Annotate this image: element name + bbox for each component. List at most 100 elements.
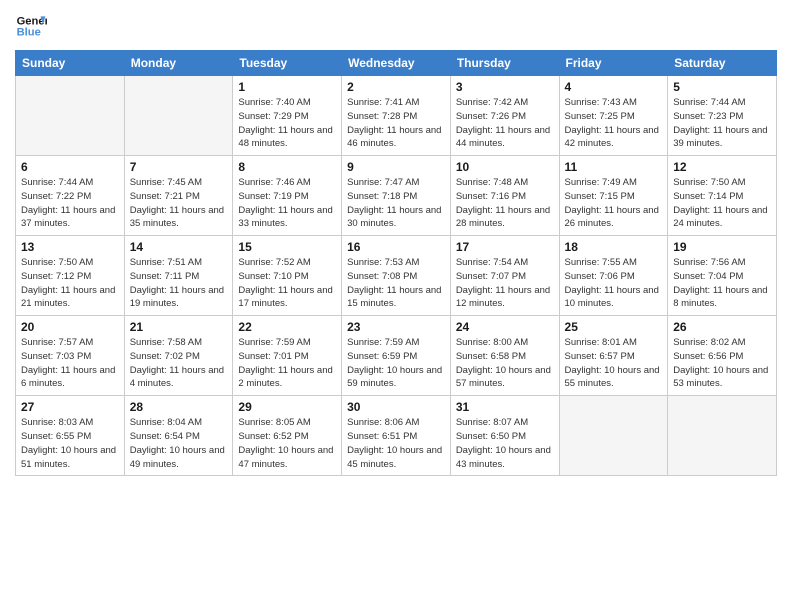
day-number: 2: [347, 80, 445, 94]
day-info: Sunrise: 7:41 AMSunset: 7:28 PMDaylight:…: [347, 96, 445, 151]
day-info: Sunrise: 7:49 AMSunset: 7:15 PMDaylight:…: [565, 176, 663, 231]
day-number: 18: [565, 240, 663, 254]
day-info: Sunrise: 8:03 AMSunset: 6:55 PMDaylight:…: [21, 416, 119, 471]
day-info: Sunrise: 7:43 AMSunset: 7:25 PMDaylight:…: [565, 96, 663, 151]
header-cell-friday: Friday: [559, 51, 668, 76]
calendar-table: SundayMondayTuesdayWednesdayThursdayFrid…: [15, 50, 777, 476]
day-number: 19: [673, 240, 771, 254]
day-number: 7: [130, 160, 228, 174]
day-number: 23: [347, 320, 445, 334]
day-number: 21: [130, 320, 228, 334]
logo-icon: General Blue: [15, 10, 47, 42]
day-info: Sunrise: 7:44 AMSunset: 7:22 PMDaylight:…: [21, 176, 119, 231]
day-info: Sunrise: 7:48 AMSunset: 7:16 PMDaylight:…: [456, 176, 554, 231]
header-cell-sunday: Sunday: [16, 51, 125, 76]
calendar-cell: 29 Sunrise: 8:05 AMSunset: 6:52 PMDayligh…: [233, 396, 342, 476]
day-info: Sunrise: 7:51 AMSunset: 7:11 PMDaylight:…: [130, 256, 228, 311]
day-info: Sunrise: 7:57 AMSunset: 7:03 PMDaylight:…: [21, 336, 119, 391]
calendar-cell: 21 Sunrise: 7:58 AMSunset: 7:02 PMDayligh…: [124, 316, 233, 396]
day-number: 9: [347, 160, 445, 174]
calendar-cell: 31Sunrise: 8:07 AMSunset: 6:50 PMDayligh…: [450, 396, 559, 476]
calendar-cell: 24 Sunrise: 8:00 AMSunset: 6:58 PMDayligh…: [450, 316, 559, 396]
day-info: Sunrise: 7:53 AMSunset: 7:08 PMDaylight:…: [347, 256, 445, 311]
day-number: 13: [21, 240, 119, 254]
day-number: 24: [456, 320, 554, 334]
calendar-cell: 8Sunrise: 7:46 AMSunset: 7:19 PMDaylight…: [233, 156, 342, 236]
day-number: 6: [21, 160, 119, 174]
day-number: 22: [238, 320, 336, 334]
calendar-cell: 12 Sunrise: 7:50 AMSunset: 7:14 PMDayligh…: [668, 156, 777, 236]
calendar-cell: 16Sunrise: 7:53 AMSunset: 7:08 PMDayligh…: [342, 236, 451, 316]
header-cell-wednesday: Wednesday: [342, 51, 451, 76]
calendar-cell: 28Sunrise: 8:04 AMSunset: 6:54 PMDayligh…: [124, 396, 233, 476]
day-info: Sunrise: 7:58 AMSunset: 7:02 PMDaylight:…: [130, 336, 228, 391]
calendar-cell: 10 Sunrise: 7:48 AMSunset: 7:16 PMDayligh…: [450, 156, 559, 236]
calendar-week-row: 1 Sunrise: 7:40 AMSunset: 7:29 PMDaylight…: [16, 76, 777, 156]
day-number: 5: [673, 80, 771, 94]
calendar-cell: 14 Sunrise: 7:51 AMSunset: 7:11 PMDayligh…: [124, 236, 233, 316]
header: General Blue: [15, 10, 777, 42]
day-number: 10: [456, 160, 554, 174]
calendar-week-row: 13 Sunrise: 7:50 AMSunset: 7:12 PMDayligh…: [16, 236, 777, 316]
calendar-cell: 6 Sunrise: 7:44 AMSunset: 7:22 PMDaylight…: [16, 156, 125, 236]
header-cell-saturday: Saturday: [668, 51, 777, 76]
day-info: Sunrise: 7:40 AMSunset: 7:29 PMDaylight:…: [238, 96, 336, 151]
calendar-body: 1 Sunrise: 7:40 AMSunset: 7:29 PMDaylight…: [16, 76, 777, 476]
calendar-cell: 3 Sunrise: 7:42 AMSunset: 7:26 PMDaylight…: [450, 76, 559, 156]
day-info: Sunrise: 7:59 AMSunset: 7:01 PMDaylight:…: [238, 336, 336, 391]
calendar-week-row: 27 Sunrise: 8:03 AMSunset: 6:55 PMDayligh…: [16, 396, 777, 476]
day-number: 3: [456, 80, 554, 94]
day-info: Sunrise: 7:44 AMSunset: 7:23 PMDaylight:…: [673, 96, 771, 151]
day-number: 26: [673, 320, 771, 334]
calendar-cell: 18Sunrise: 7:55 AMSunset: 7:06 PMDayligh…: [559, 236, 668, 316]
day-info: Sunrise: 7:52 AMSunset: 7:10 PMDaylight:…: [238, 256, 336, 311]
calendar-cell: 26Sunrise: 8:02 AMSunset: 6:56 PMDayligh…: [668, 316, 777, 396]
header-cell-tuesday: Tuesday: [233, 51, 342, 76]
day-number: 12: [673, 160, 771, 174]
day-number: 30: [347, 400, 445, 414]
calendar-cell: 20 Sunrise: 7:57 AMSunset: 7:03 PMDayligh…: [16, 316, 125, 396]
calendar-cell: [559, 396, 668, 476]
calendar-cell: 19Sunrise: 7:56 AMSunset: 7:04 PMDayligh…: [668, 236, 777, 316]
day-info: Sunrise: 7:46 AMSunset: 7:19 PMDaylight:…: [238, 176, 336, 231]
day-info: Sunrise: 7:42 AMSunset: 7:26 PMDaylight:…: [456, 96, 554, 151]
day-info: Sunrise: 8:00 AMSunset: 6:58 PMDaylight:…: [456, 336, 554, 391]
day-number: 15: [238, 240, 336, 254]
calendar-cell: 25Sunrise: 8:01 AMSunset: 6:57 PMDayligh…: [559, 316, 668, 396]
day-info: Sunrise: 7:50 AMSunset: 7:12 PMDaylight:…: [21, 256, 119, 311]
day-info: Sunrise: 7:50 AMSunset: 7:14 PMDaylight:…: [673, 176, 771, 231]
calendar-cell: 30 Sunrise: 8:06 AMSunset: 6:51 PMDayligh…: [342, 396, 451, 476]
calendar-cell: [124, 76, 233, 156]
calendar-cell: 15 Sunrise: 7:52 AMSunset: 7:10 PMDayligh…: [233, 236, 342, 316]
day-number: 20: [21, 320, 119, 334]
day-info: Sunrise: 8:05 AMSunset: 6:52 PMDaylight:…: [238, 416, 336, 471]
logo: General Blue: [15, 10, 47, 42]
day-number: 14: [130, 240, 228, 254]
day-number: 28: [130, 400, 228, 414]
calendar-cell: 11 Sunrise: 7:49 AMSunset: 7:15 PMDayligh…: [559, 156, 668, 236]
day-info: Sunrise: 7:54 AMSunset: 7:07 PMDaylight:…: [456, 256, 554, 311]
day-info: Sunrise: 7:47 AMSunset: 7:18 PMDaylight:…: [347, 176, 445, 231]
calendar-week-row: 6 Sunrise: 7:44 AMSunset: 7:22 PMDaylight…: [16, 156, 777, 236]
day-number: 25: [565, 320, 663, 334]
calendar-header-row: SundayMondayTuesdayWednesdayThursdayFrid…: [16, 51, 777, 76]
day-number: 11: [565, 160, 663, 174]
day-number: 29: [238, 400, 336, 414]
calendar-cell: 13 Sunrise: 7:50 AMSunset: 7:12 PMDayligh…: [16, 236, 125, 316]
day-number: 1: [238, 80, 336, 94]
day-info: Sunrise: 7:45 AMSunset: 7:21 PMDaylight:…: [130, 176, 228, 231]
calendar-week-row: 20 Sunrise: 7:57 AMSunset: 7:03 PMDayligh…: [16, 316, 777, 396]
day-info: Sunrise: 7:59 AMSunset: 6:59 PMDaylight:…: [347, 336, 445, 391]
header-cell-monday: Monday: [124, 51, 233, 76]
day-info: Sunrise: 8:06 AMSunset: 6:51 PMDaylight:…: [347, 416, 445, 471]
calendar-cell: 22 Sunrise: 7:59 AMSunset: 7:01 PMDayligh…: [233, 316, 342, 396]
day-number: 17: [456, 240, 554, 254]
day-number: 27: [21, 400, 119, 414]
header-cell-thursday: Thursday: [450, 51, 559, 76]
calendar-cell: 27 Sunrise: 8:03 AMSunset: 6:55 PMDayligh…: [16, 396, 125, 476]
day-number: 4: [565, 80, 663, 94]
calendar-cell: 23 Sunrise: 7:59 AMSunset: 6:59 PMDayligh…: [342, 316, 451, 396]
calendar-cell: 1 Sunrise: 7:40 AMSunset: 7:29 PMDaylight…: [233, 76, 342, 156]
calendar-cell: 9 Sunrise: 7:47 AMSunset: 7:18 PMDaylight…: [342, 156, 451, 236]
svg-text:Blue: Blue: [17, 27, 41, 39]
